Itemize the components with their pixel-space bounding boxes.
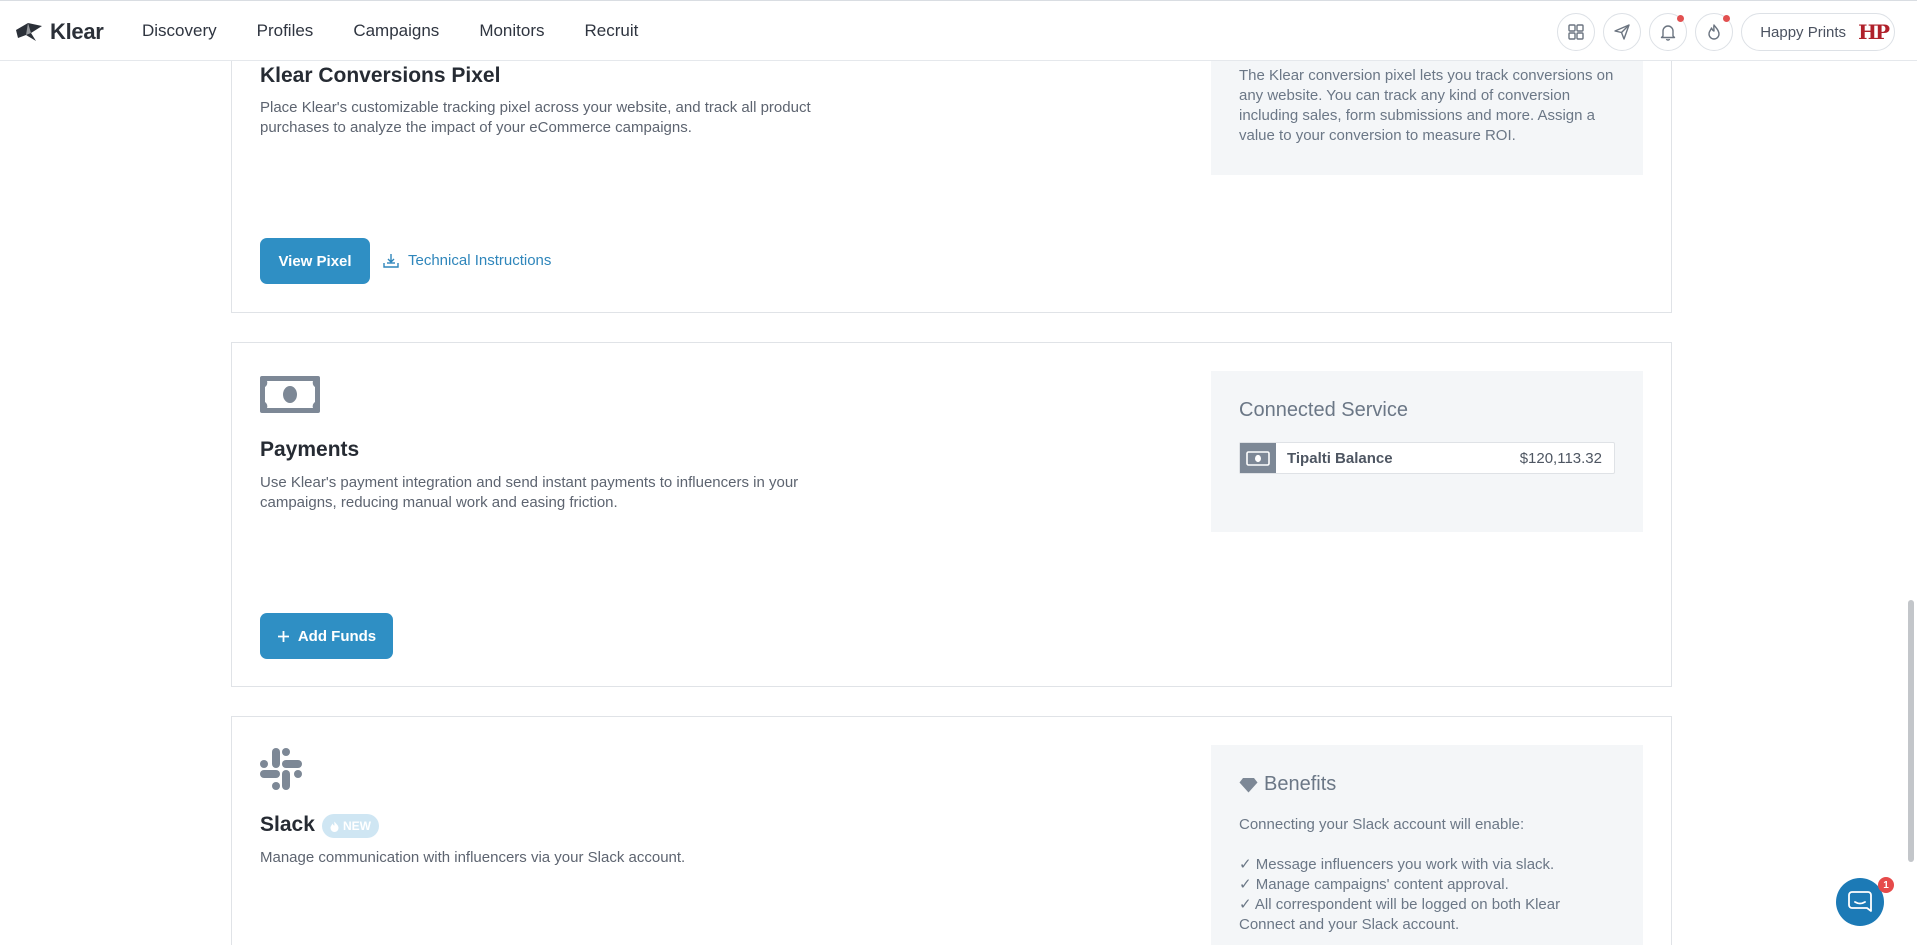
tipalti-balance-row: Tipalti Balance $120,113.32 (1239, 442, 1615, 474)
logo-text: Klear (50, 19, 104, 44)
benefit-item: ✓ Message influencers you work with via … (1239, 856, 1555, 873)
account-name: Happy Prints (1760, 23, 1847, 41)
nav-monitors[interactable]: Monitors (479, 21, 544, 41)
klear-logo-icon (16, 23, 42, 41)
benefits-heading: Benefits (1264, 773, 1337, 795)
nav-actions: Happy Prints HP (1557, 13, 1917, 51)
slack-title: Slack (260, 813, 315, 836)
nav-discovery[interactable]: Discovery (142, 21, 217, 41)
slack-description: Manage communication with influencers vi… (260, 849, 686, 866)
messages-button[interactable] (1603, 13, 1642, 51)
bell-icon (1660, 25, 1676, 41)
payments-title: Payments (260, 438, 360, 461)
new-badge-label: NEW (343, 819, 371, 833)
slack-card: Slack NEW Manage communication with infl… (231, 716, 1672, 945)
fire-icon (1708, 24, 1720, 40)
nav-profiles[interactable]: Profiles (257, 21, 314, 41)
apps-button[interactable] (1557, 13, 1596, 51)
update-dot (1723, 15, 1731, 22)
grid-icon (1568, 24, 1584, 40)
benefit-item: ✓ Manage campaigns' content approval. (1239, 876, 1509, 893)
money-bill-icon (260, 376, 320, 413)
nav-campaigns[interactable]: Campaigns (353, 21, 439, 41)
main-nav: Discovery Profiles Campaigns Monitors Re… (142, 1, 678, 61)
balance-money-icon (1240, 443, 1276, 473)
technical-instructions-link[interactable]: Technical Instructions (382, 252, 551, 269)
diamond-icon (1239, 777, 1258, 792)
top-navigation-bar: Klear Discovery Profiles Campaigns Monit… (0, 0, 1917, 61)
technical-instructions-label: Technical Instructions (408, 252, 552, 269)
benefits-box: Benefits Connecting your Slack account w… (1211, 745, 1643, 945)
slack-icon (260, 748, 302, 790)
add-funds-button[interactable]: Add Funds (260, 613, 393, 659)
klear-logo[interactable]: Klear (14, 19, 104, 45)
plus-icon (277, 630, 289, 642)
support-chat-button[interactable] (1836, 878, 1884, 926)
nav-recruit[interactable]: Recruit (585, 21, 639, 41)
balance-amount: $120,113.32 (1519, 449, 1602, 467)
flame-icon (330, 821, 339, 832)
notifications-button[interactable] (1649, 13, 1688, 51)
benefits-header: Benefits (1239, 773, 1336, 796)
benefits-list: ✓ Message influencers you work with via … (1239, 855, 1619, 935)
whats-new-button[interactable] (1695, 13, 1734, 51)
payments-card: Payments Use Klear's payment integration… (231, 342, 1672, 687)
chat-icon (1848, 891, 1872, 912)
page-scrollbar[interactable] (1908, 600, 1914, 862)
add-funds-label: Add Funds (297, 627, 377, 645)
view-pixel-button[interactable]: View Pixel (260, 238, 370, 284)
send-icon (1614, 24, 1630, 40)
download-cloud-icon (383, 253, 399, 268)
pixel-info-text: The Klear conversion pixel lets you trac… (1239, 67, 1614, 144)
benefits-intro: Connecting your Slack account will enabl… (1239, 816, 1525, 833)
pixel-title: Klear Conversions Pixel (260, 64, 501, 87)
connected-service-heading: Connected Service (1239, 399, 1408, 421)
connected-service-box: Connected Service Tipalti Balance $120,1… (1211, 371, 1643, 532)
account-switcher[interactable]: Happy Prints HP (1741, 13, 1895, 51)
benefit-item: ✓ All correspondent will be logged on bo… (1239, 896, 1561, 933)
balance-service-name: Tipalti Balance (1287, 449, 1393, 467)
pixel-description: Place Klear's customizable tracking pixe… (260, 99, 811, 136)
payments-description: Use Klear's payment integration and send… (260, 474, 799, 511)
conversions-pixel-card: Klear Conversions Pixel Place Klear's cu… (231, 40, 1672, 313)
notification-dot (1677, 15, 1685, 22)
chat-unread-badge: 1 (1878, 877, 1894, 893)
account-logo: HP (1858, 20, 1890, 44)
new-badge: NEW (322, 814, 379, 838)
